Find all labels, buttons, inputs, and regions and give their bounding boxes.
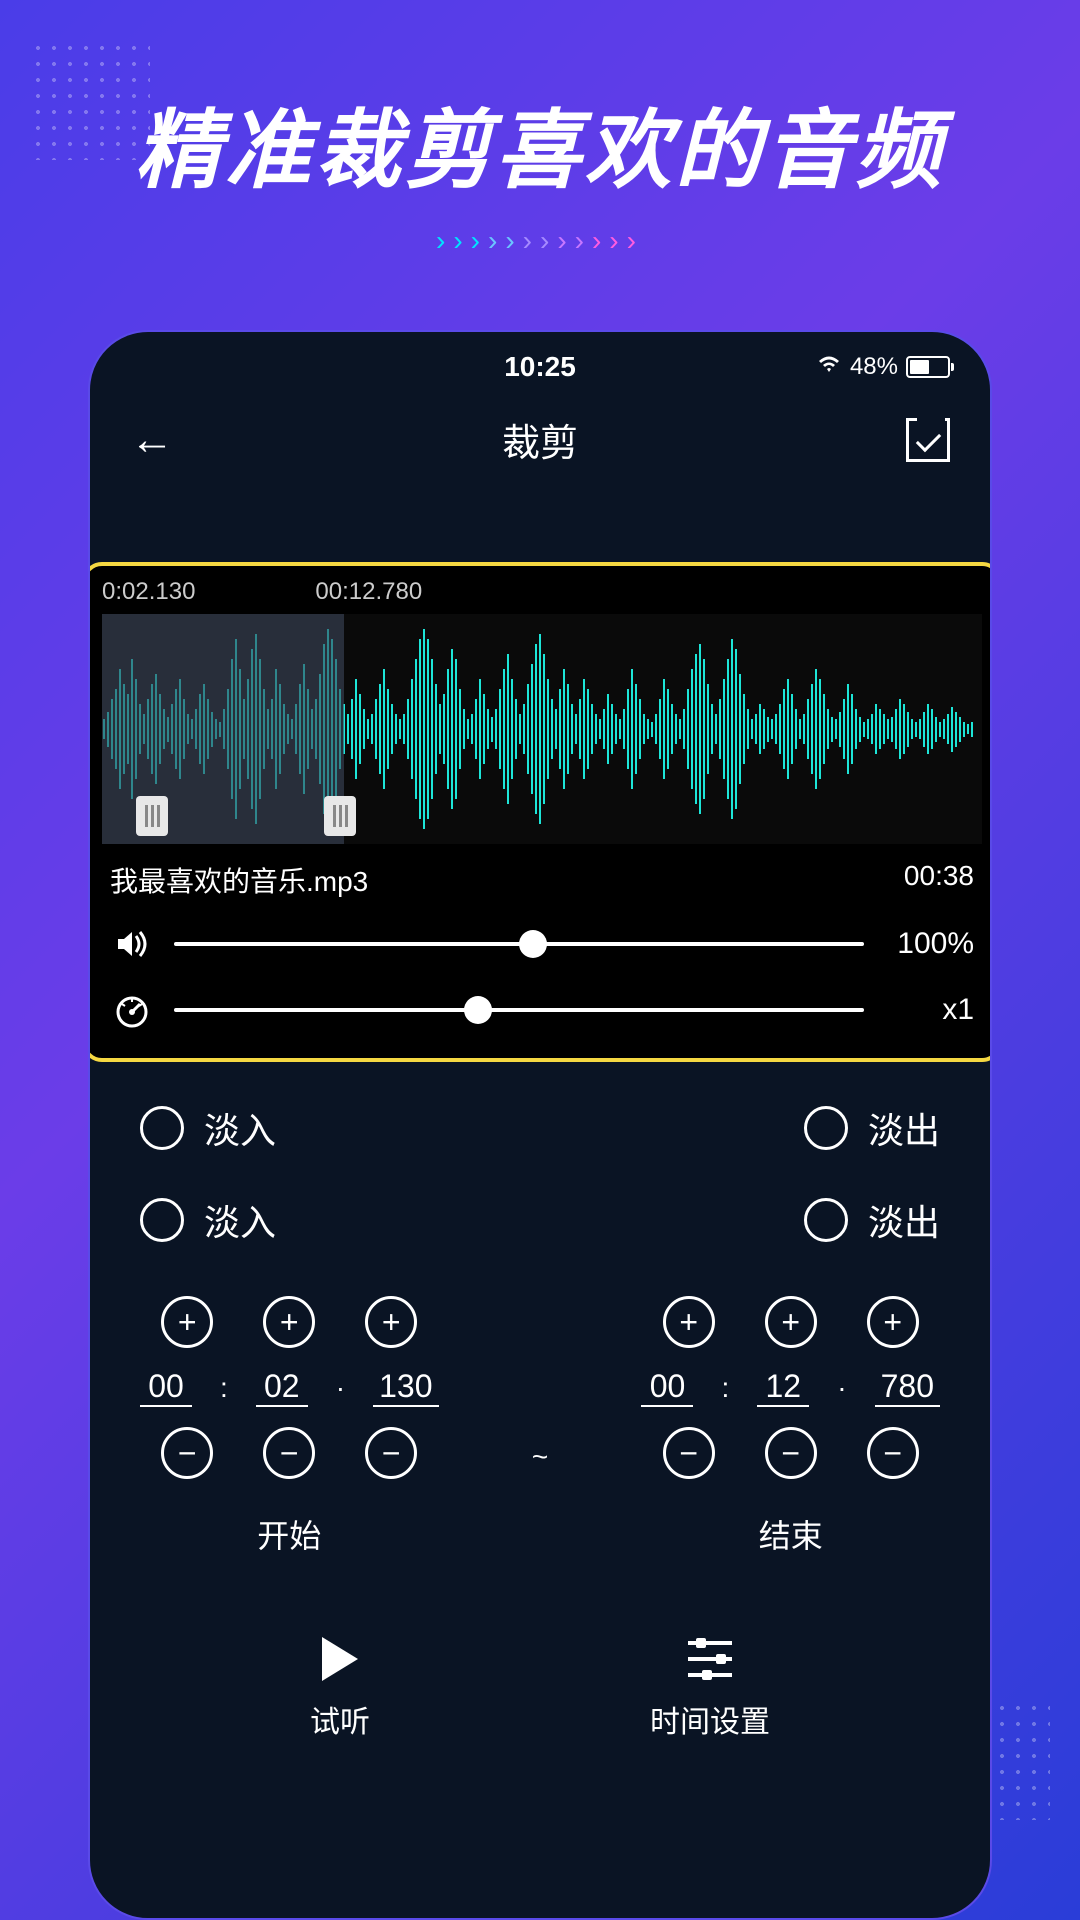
fade-out-option-2[interactable]: 淡出 xyxy=(804,1194,940,1246)
minus-button[interactable]: − xyxy=(765,1427,817,1479)
speed-slider[interactable] xyxy=(174,1008,864,1012)
plus-button[interactable]: + xyxy=(365,1296,417,1348)
speed-slider-row: x1 xyxy=(102,988,982,1032)
radio-icon xyxy=(804,1198,848,1242)
fade-in-label: 淡入 xyxy=(204,1102,276,1154)
status-time: 10:25 xyxy=(504,351,576,383)
start-label: 开始 xyxy=(257,1511,321,1557)
waveform-panel: 0:02.130 00:12.780 我最喜欢的音乐.mp3 00:38 100… xyxy=(88,562,992,1062)
volume-icon xyxy=(110,922,154,966)
decoration-dots xyxy=(30,40,150,160)
speed-value: x1 xyxy=(884,993,974,1027)
chevron-decoration: ›››››››››››› xyxy=(0,225,1080,257)
end-time-group: + + + 00 : 12 · 780 − − − 结束 xyxy=(641,1296,940,1557)
trim-handle-start[interactable] xyxy=(136,796,168,836)
fade-in-option-2[interactable]: 淡入 xyxy=(140,1194,276,1246)
start-time-group: + + + 00 : 02 · 130 − − − 开始 xyxy=(140,1296,439,1557)
minus-button[interactable]: − xyxy=(867,1427,919,1479)
fade-in-label-2: 淡入 xyxy=(204,1194,276,1246)
start-ss[interactable]: 02 xyxy=(256,1368,308,1407)
end-ss[interactable]: 12 xyxy=(757,1368,809,1407)
plus-button[interactable]: + xyxy=(867,1296,919,1348)
speed-icon xyxy=(110,988,154,1032)
volume-slider[interactable] xyxy=(174,942,864,946)
plus-button[interactable]: + xyxy=(161,1296,213,1348)
start-mm[interactable]: 00 xyxy=(140,1368,192,1407)
time-settings-button[interactable]: 时间设置 xyxy=(650,1637,770,1741)
volume-slider-row: 100% xyxy=(102,922,982,966)
fade-out-label: 淡出 xyxy=(868,1102,940,1154)
back-arrow-icon[interactable]: ← xyxy=(130,415,174,465)
fade-in-option[interactable]: 淡入 xyxy=(140,1102,276,1154)
end-ms[interactable]: 780 xyxy=(875,1368,940,1407)
battery-icon xyxy=(906,356,950,378)
phone-frame: 10:25 48% ← 裁剪 0:02.130 00:12.780 我最喜欢的音… xyxy=(88,330,992,1920)
promo-headline: 精准裁剪喜欢的音频 xyxy=(0,0,1080,205)
radio-icon xyxy=(140,1106,184,1150)
page-title: 裁剪 xyxy=(502,412,578,467)
waveform-display[interactable] xyxy=(102,614,982,844)
nav-bar: ← 裁剪 xyxy=(90,392,990,487)
time-settings-label: 时间设置 xyxy=(650,1697,770,1741)
file-name: 我最喜欢的音乐.mp3 xyxy=(110,860,368,900)
minus-button[interactable]: − xyxy=(161,1427,213,1479)
fade-out-option[interactable]: 淡出 xyxy=(804,1102,940,1154)
plus-button[interactable]: + xyxy=(263,1296,315,1348)
file-duration: 00:38 xyxy=(904,860,974,900)
plus-button[interactable]: + xyxy=(663,1296,715,1348)
end-label: 结束 xyxy=(759,1511,823,1557)
volume-thumb[interactable] xyxy=(519,930,547,958)
radio-icon xyxy=(140,1198,184,1242)
sliders-icon xyxy=(688,1637,732,1681)
preview-label: 试听 xyxy=(310,1697,370,1741)
wifi-icon xyxy=(816,353,842,381)
preview-button[interactable]: 试听 xyxy=(310,1637,370,1741)
confirm-icon[interactable] xyxy=(906,418,950,462)
time-markers: 0:02.130 00:12.780 xyxy=(102,578,982,606)
marker-end: 00:12.780 xyxy=(315,578,422,606)
play-icon xyxy=(322,1637,358,1681)
battery-percent: 48% xyxy=(850,353,898,381)
radio-icon xyxy=(804,1106,848,1150)
speed-thumb[interactable] xyxy=(464,996,492,1024)
start-ms[interactable]: 130 xyxy=(373,1368,438,1407)
minus-button[interactable]: − xyxy=(365,1427,417,1479)
trim-handle-end[interactable] xyxy=(324,796,356,836)
end-mm[interactable]: 00 xyxy=(641,1368,693,1407)
minus-button[interactable]: − xyxy=(263,1427,315,1479)
volume-value: 100% xyxy=(884,927,974,961)
minus-button[interactable]: − xyxy=(663,1427,715,1479)
marker-start: 0:02.130 xyxy=(102,578,195,606)
plus-button[interactable]: + xyxy=(765,1296,817,1348)
fade-out-label-2: 淡出 xyxy=(868,1194,940,1246)
tilde-separator: ~ xyxy=(532,1441,548,1473)
status-bar: 10:25 48% xyxy=(90,332,990,392)
